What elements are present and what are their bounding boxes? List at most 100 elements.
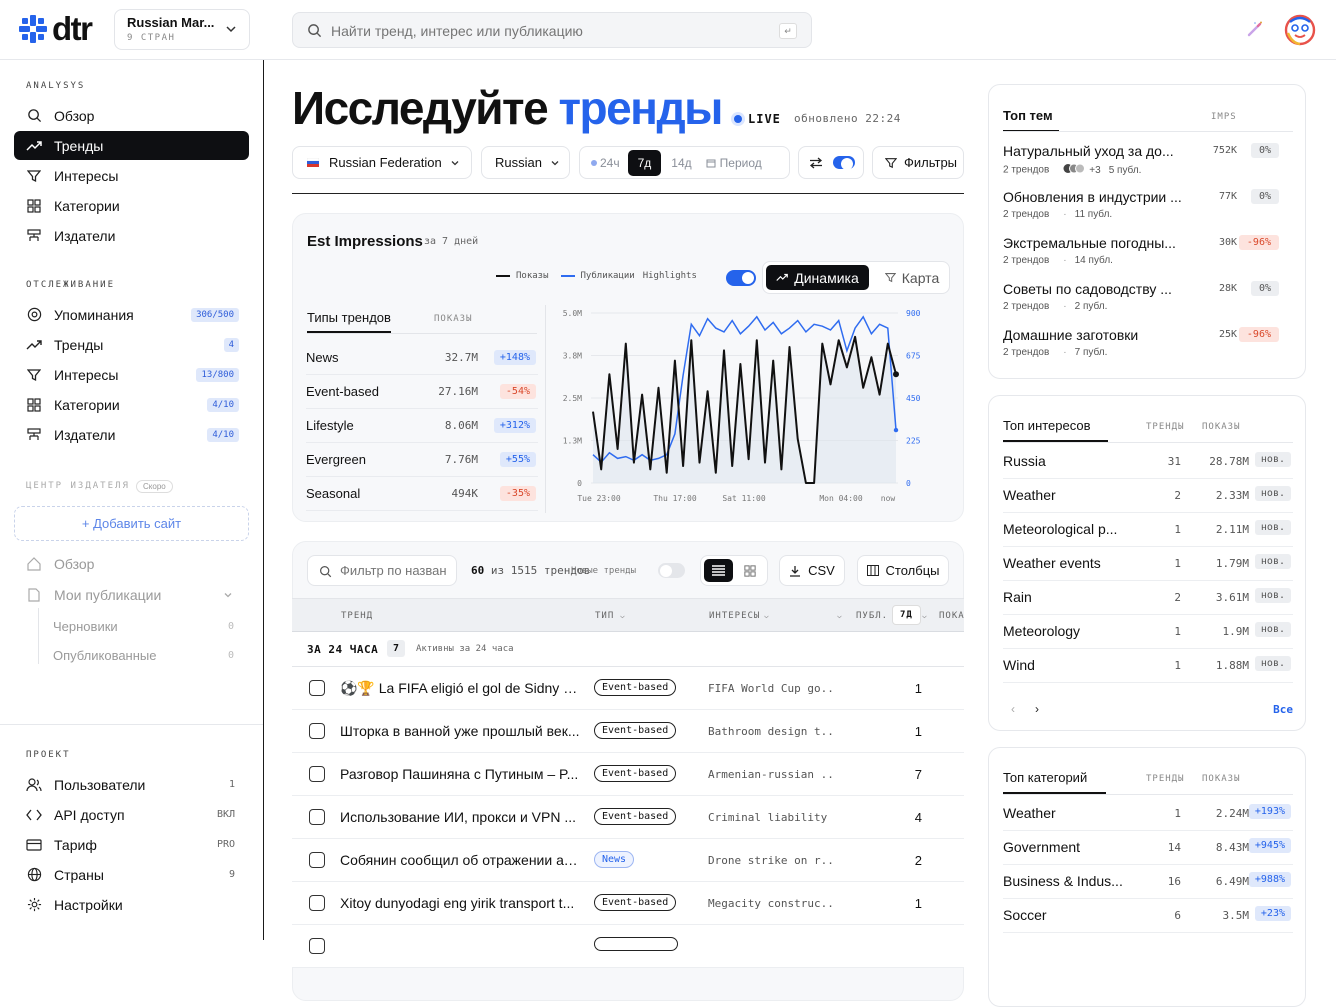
sidebar-item-mentions[interactable]: Упоминания 306/500 <box>14 300 249 329</box>
row-title[interactable]: Xitoy dunyodagi eng yirik transport t... <box>340 895 580 911</box>
dynamics-button[interactable]: Динамика <box>766 265 869 290</box>
sidebar-item-tracked-categories[interactable]: Категории 4/10 <box>14 390 249 419</box>
magic-wand-icon[interactable] <box>1246 20 1264 38</box>
list-view-button[interactable] <box>704 559 733 582</box>
list-item[interactable]: Russia 31 28.78M нов. <box>1003 445 1293 479</box>
language-select[interactable]: Russian <box>481 146 570 179</box>
list-item[interactable]: Soccer 6 3.5M +23% <box>1003 899 1293 933</box>
sidebar-item-countries[interactable]: Страны 9 <box>14 860 249 889</box>
sidebar-item-overview[interactable]: Обзор <box>14 101 249 130</box>
list-item[interactable]: Meteorological p... 1 2.11M нов. <box>1003 513 1293 547</box>
column-pubs[interactable]: ПУБЛ. <box>856 611 888 621</box>
logo[interactable]: dtr <box>18 12 93 46</box>
topic-item[interactable]: Экстремальные погодны... 2 трендов · 14 пуб… <box>1003 235 1293 266</box>
list-item[interactable]: Meteorology 1 1.9M нов. <box>1003 615 1293 649</box>
trend-type-row[interactable]: Evergreen 7.76M +55% <box>306 443 538 477</box>
table-row[interactable]: Xitoy dunyodagi eng yirik transport t...… <box>292 882 964 925</box>
new-trends-toggle[interactable] <box>658 563 685 578</box>
global-search[interactable]: ↵ <box>292 12 812 48</box>
table-filter-input[interactable] <box>340 563 452 578</box>
sidebar-item-tracked-trends[interactable]: Тренды 4 <box>14 330 249 359</box>
row-title[interactable]: Разговор Пашиняна с Путиным – P... <box>340 766 580 782</box>
row-title[interactable]: ⚽🏆 La FIFA eligió el gol de Sidny L... <box>340 680 580 697</box>
add-site-button[interactable]: + Добавить сайт <box>14 506 249 541</box>
search-input[interactable] <box>331 21 751 41</box>
list-item[interactable]: Government 14 8.43M +945% <box>1003 831 1293 865</box>
group-header-24h[interactable]: ЗА 24 ЧАСА 7 Активны за 24 часа <box>292 632 964 667</box>
list-item[interactable]: Wind 1 1.88M нов. <box>1003 649 1293 683</box>
compare-toggle[interactable] <box>833 156 855 170</box>
sidebar-item-my-publications[interactable]: Мои публикации <box>14 580 249 609</box>
filters-button[interactable]: Фильтры <box>872 146 964 179</box>
table-row[interactable]: Разговор Пашиняна с Путиным – P... Event-… <box>292 753 964 796</box>
row-checkbox[interactable] <box>309 852 325 868</box>
highlights-toggle[interactable] <box>726 270 756 286</box>
list-item[interactable]: Rain 2 3.61M нов. <box>1003 581 1293 615</box>
row-title[interactable]: Шторка в ванной уже прошлый век... <box>340 723 580 739</box>
tab-top-topics[interactable]: Топ тем <box>1003 108 1059 132</box>
sidebar-item-api[interactable]: API доступ ВКЛ <box>14 800 249 829</box>
next-page-icon[interactable]: › <box>1035 702 1039 716</box>
table-row[interactable]: Собянин сообщил об отражении ат... News Dr… <box>292 839 964 882</box>
sidebar-item-publishers[interactable]: Издатели <box>14 221 249 250</box>
column-interests[interactable]: ИНТЕРЕСЫ <box>709 611 760 621</box>
map-button[interactable]: Карта <box>877 265 947 290</box>
sidebar-item-plan[interactable]: Тариф PRO <box>14 830 249 859</box>
list-item[interactable]: Weather 2 2.33M нов. <box>1003 479 1293 513</box>
sidebar-item-users[interactable]: Пользователи 1 <box>14 770 249 799</box>
view-all-link[interactable]: Все <box>1273 703 1293 716</box>
list-item[interactable]: Weather 1 2.24M +193% <box>1003 797 1293 831</box>
sidebar-item-settings[interactable]: Настройки <box>14 890 249 919</box>
tab-trend-types[interactable]: Типы трендов <box>307 310 391 325</box>
columns-button[interactable]: Столбцы <box>857 555 949 586</box>
sidebar-item-interests[interactable]: Интересы <box>14 161 249 190</box>
row-checkbox[interactable] <box>309 766 325 782</box>
period-custom[interactable]: Период <box>702 156 766 170</box>
topic-item[interactable]: Обновления в индустрии ... 2 трендов · 11 п… <box>1003 189 1293 220</box>
country-select[interactable]: Russian Federation <box>292 146 472 179</box>
list-item[interactable]: Business & Indus... 16 6.49M +988% <box>1003 865 1293 899</box>
user-avatar[interactable] <box>1284 13 1316 47</box>
period-column-select[interactable]: 7Д <box>892 605 921 625</box>
table-filter[interactable] <box>307 555 457 586</box>
column-trend[interactable]: ТРЕНД <box>341 611 373 621</box>
grid-view-icon[interactable] <box>744 565 756 577</box>
table-row[interactable]: ⚽🏆 La FIFA eligió el gol de Sidny L... Ev… <box>292 667 964 710</box>
column-shows[interactable]: ПОКА <box>939 611 965 621</box>
topic-item[interactable]: Советы по садоводству ... 2 трендов · 2 пуб… <box>1003 281 1293 312</box>
tab-top-categories[interactable]: Топ категорий <box>1003 770 1106 794</box>
csv-export-button[interactable]: CSV <box>779 555 845 586</box>
trend-type-row[interactable]: Seasonal 494K -35% <box>306 477 538 511</box>
swap-icon[interactable] <box>809 157 823 169</box>
row-title[interactable]: Собянин сообщил об отражении ат... <box>340 852 580 868</box>
sidebar-item-categories[interactable]: Категории <box>14 191 249 220</box>
row-checkbox[interactable] <box>309 938 325 954</box>
table-row[interactable]: Использование ИИ, прокси и VPN ... Event-… <box>292 796 964 839</box>
sidebar-item-trends[interactable]: Тренды <box>14 131 249 160</box>
table-row[interactable]: Шторка в ванной уже прошлый век... Event-… <box>292 710 964 753</box>
row-checkbox[interactable] <box>309 895 325 911</box>
row-title[interactable]: Использование ИИ, прокси и VPN ... <box>340 809 580 825</box>
sidebar-item-tracked-publishers[interactable]: Издатели 4/10 <box>14 420 249 449</box>
sidebar-item-publisher-overview[interactable]: Обзор <box>14 549 249 578</box>
sidebar-item-tracked-interests[interactable]: Интересы 13/800 <box>14 360 249 389</box>
period-24h[interactable]: 24ч <box>583 156 628 170</box>
sidebar-item-published[interactable]: Опубликованные <box>53 648 157 663</box>
prev-page-icon[interactable]: ‹ <box>1011 702 1015 716</box>
period-7d[interactable]: 7д <box>627 149 662 176</box>
topic-item[interactable]: Натуральный уход за до... 2 трендов +3 5 пу… <box>1003 143 1293 177</box>
topic-item[interactable]: Домашние заготовки 2 трендов · 7 публ. 25K -9… <box>1003 327 1293 358</box>
trend-type-row[interactable]: Event-based 27.16M -54% <box>306 375 538 409</box>
list-item[interactable]: Weather events 1 1.79M нов. <box>1003 547 1293 581</box>
row-checkbox[interactable] <box>309 809 325 825</box>
table-row[interactable] <box>292 925 964 968</box>
trend-type-row[interactable]: Lifestyle 8.06M +312% <box>306 409 538 443</box>
period-14d[interactable]: 14д <box>661 156 701 170</box>
project-selector[interactable]: Russian Mar... 9 СТРАН <box>114 9 250 50</box>
sidebar-item-drafts[interactable]: Черновики <box>53 619 118 634</box>
row-checkbox[interactable] <box>309 723 325 739</box>
trend-type-row[interactable]: News 32.7M +148% <box>306 341 538 375</box>
column-type[interactable]: ТИП <box>595 611 614 621</box>
row-checkbox[interactable] <box>309 680 325 696</box>
tab-top-interests[interactable]: Топ интересов <box>1003 418 1108 442</box>
